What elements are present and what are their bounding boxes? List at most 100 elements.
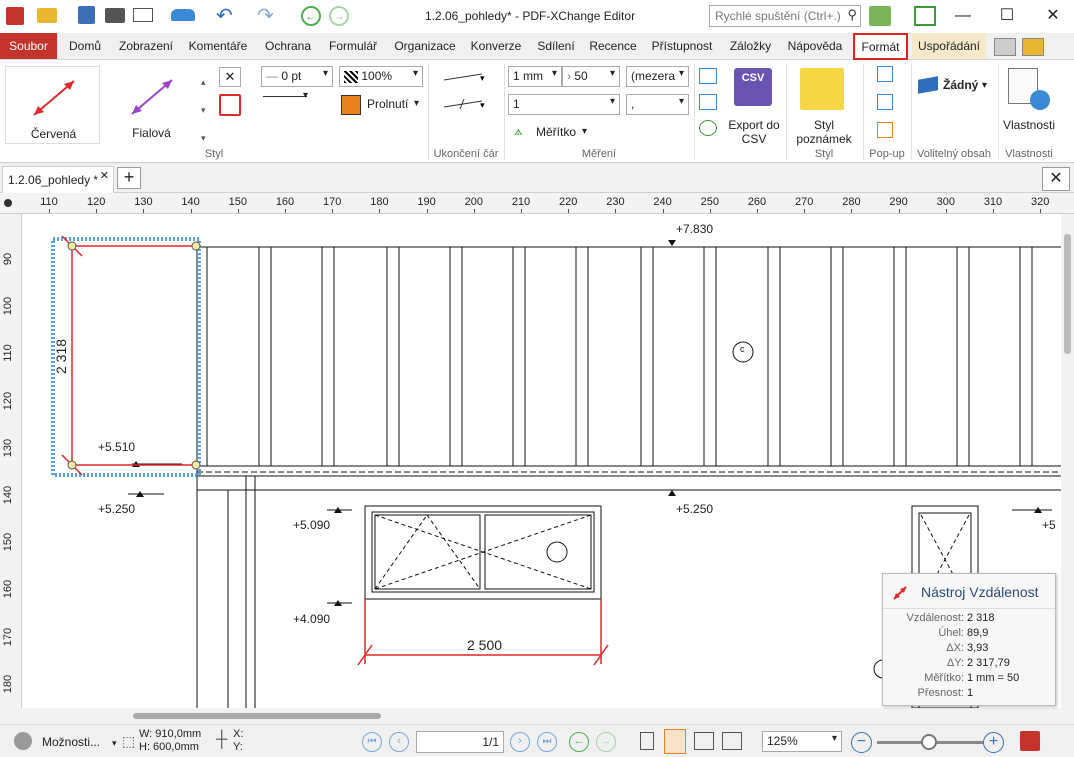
gear-icon[interactable]	[14, 732, 32, 750]
ruler-h-label: 200	[464, 196, 483, 208]
measure-tool-2-icon[interactable]	[699, 94, 717, 110]
note-style-button[interactable]: Styl poznámek	[788, 118, 860, 146]
tab-convert[interactable]: Konverze	[466, 33, 526, 59]
preset-scroll[interactable]: ▴ ▾ ▾	[201, 68, 206, 152]
email-icon[interactable]	[133, 8, 153, 22]
back-view-button[interactable]: ←	[569, 732, 589, 752]
preset-red-label: Červená	[30, 127, 77, 141]
horizontal-scroll-thumb[interactable]	[133, 713, 381, 719]
vertical-scroll-thumb[interactable]	[1064, 234, 1071, 354]
tab-comments[interactable]: Komentáře	[183, 33, 253, 59]
pdf-icon[interactable]	[1020, 731, 1040, 751]
popup-1-icon[interactable]	[877, 66, 893, 82]
tab-view[interactable]: Zobrazení	[115, 33, 177, 59]
open-icon[interactable]	[37, 8, 57, 23]
fullscreen-icon[interactable]	[914, 6, 936, 26]
search-icon: ⚲	[847, 7, 857, 22]
options-button[interactable]: Možnosti...	[42, 735, 100, 749]
forward-view-button[interactable]: →	[596, 732, 616, 752]
decimal-select[interactable]: , ▾	[626, 94, 689, 115]
measure-tool-3-icon[interactable]	[699, 120, 717, 136]
line-end-icon[interactable]: ▾	[440, 97, 490, 111]
prev-page-button[interactable]: ‹	[389, 732, 409, 752]
style-preset-red[interactable]: Červená	[5, 66, 100, 144]
tab-help[interactable]: Nápověda	[783, 33, 847, 59]
undo-icon[interactable]: ↶	[216, 3, 233, 28]
tab-accessibility[interactable]: Přístupnost	[647, 33, 717, 59]
minimize-button[interactable]: —	[950, 5, 976, 27]
panel-row: Vzdálenost: 2 318	[883, 612, 1057, 626]
tab-arrange[interactable]: Uspořádání	[912, 33, 986, 59]
blend-label[interactable]: Prolnutí	[367, 97, 408, 111]
popup-3-icon[interactable]	[877, 122, 893, 138]
opacity-select[interactable]: 100% ▾	[339, 66, 423, 87]
continuous-page-icon[interactable]	[664, 729, 686, 754]
close-document-button[interactable]: ✕	[1042, 167, 1070, 191]
new-tab-button[interactable]: +	[117, 167, 141, 189]
close-tab-icon[interactable]: ✕	[100, 169, 109, 182]
tab-form[interactable]: Formulář	[323, 33, 383, 59]
redo-icon[interactable]: ↷	[257, 3, 274, 28]
optional-content-group-label: Volitelný obsah	[917, 148, 991, 160]
save-icon[interactable]	[78, 6, 95, 24]
separator-select[interactable]: (mezera ▾	[626, 66, 689, 87]
zoom-in-button[interactable]: +	[983, 732, 1004, 753]
dimension-horizontal-label: 2 500	[467, 637, 503, 653]
last-page-button[interactable]: ⏭	[537, 732, 557, 752]
app-icon	[6, 7, 24, 25]
page-number-input[interactable]: 1/1	[416, 731, 504, 753]
panel-title: Nástroj Vzdálenost	[921, 584, 1039, 600]
scale-from-select[interactable]: 1 mm ▾	[508, 66, 562, 87]
zoom-select[interactable]: 125% ▾	[762, 731, 842, 752]
two-page-icon[interactable]	[694, 732, 714, 750]
settings-icon[interactable]	[869, 6, 891, 26]
tab-bookmarks[interactable]: Záložky	[723, 33, 778, 59]
line-end-group-label: Ukončení čár	[433, 148, 499, 160]
popup-2-icon[interactable]	[877, 94, 893, 110]
zoom-out-button[interactable]: −	[851, 732, 872, 753]
next-page-button[interactable]: ›	[510, 732, 530, 752]
line-start-icon[interactable]: ▾	[440, 70, 490, 84]
cursor-y: Y:	[233, 741, 243, 753]
single-page-icon[interactable]	[640, 732, 654, 750]
line-width-select[interactable]: — 0 pt ▾	[261, 66, 333, 87]
tab-protect[interactable]: Ochrana	[259, 33, 317, 59]
fill-color-icon[interactable]	[341, 95, 361, 115]
close-button[interactable]: ✕	[1040, 5, 1066, 27]
print-icon[interactable]	[105, 8, 125, 23]
measure-tool-1-icon[interactable]	[699, 68, 717, 84]
folder-tool-icon[interactable]	[1022, 38, 1044, 56]
tab-review[interactable]: Recence	[586, 33, 640, 59]
tab-organize[interactable]: Organizace	[390, 33, 460, 59]
horizontal-scrollbar[interactable]	[0, 708, 1074, 724]
tab-share[interactable]: Sdílení	[532, 33, 580, 59]
vertical-scrollbar[interactable]	[1061, 214, 1074, 708]
stroke-color-button[interactable]	[219, 94, 241, 116]
style-preset-purple[interactable]: Fialová	[104, 66, 199, 144]
properties-button[interactable]: Vlastnosti	[1000, 118, 1058, 132]
tab-home[interactable]: Domů	[60, 33, 110, 59]
line-style-sample[interactable]	[263, 96, 307, 97]
precision-select[interactable]: 1 ▾	[508, 94, 620, 115]
ruler-origin-icon[interactable]	[4, 199, 12, 207]
tab-file[interactable]: Soubor	[0, 33, 57, 59]
first-page-button[interactable]: ⏮	[362, 732, 382, 752]
horizontal-ruler: 110 120 130 140 150 160 170 180 190 200 210 220 230 2…	[0, 193, 1074, 214]
scan-icon[interactable]	[171, 9, 195, 21]
note-style-icon[interactable]	[800, 68, 844, 110]
separator	[786, 64, 787, 160]
scale-to-select[interactable]: › 50 ▾	[562, 66, 620, 87]
csv-export-icon[interactable]: CSV	[734, 68, 772, 106]
document-tab[interactable]: 1.2.06_pohledy * ✕	[2, 166, 114, 193]
back-icon[interactable]: ←	[301, 6, 321, 26]
stroke-none-button[interactable]: ✕	[219, 67, 241, 87]
maximize-button[interactable]: ☐	[994, 5, 1020, 27]
scale-button-label[interactable]: Měřítko	[536, 125, 576, 139]
quick-launch-input[interactable]: Rychlé spuštění (Ctrl+.) ⚲	[709, 5, 861, 27]
two-page-continuous-icon[interactable]	[722, 732, 742, 750]
zoom-slider-thumb[interactable]	[921, 734, 937, 750]
export-csv-button[interactable]: Export do CSV	[724, 118, 784, 146]
tab-format[interactable]: Formát	[853, 33, 908, 60]
format-tool-icon[interactable]	[994, 38, 1016, 56]
optional-content-value[interactable]: Žádný	[943, 78, 978, 92]
